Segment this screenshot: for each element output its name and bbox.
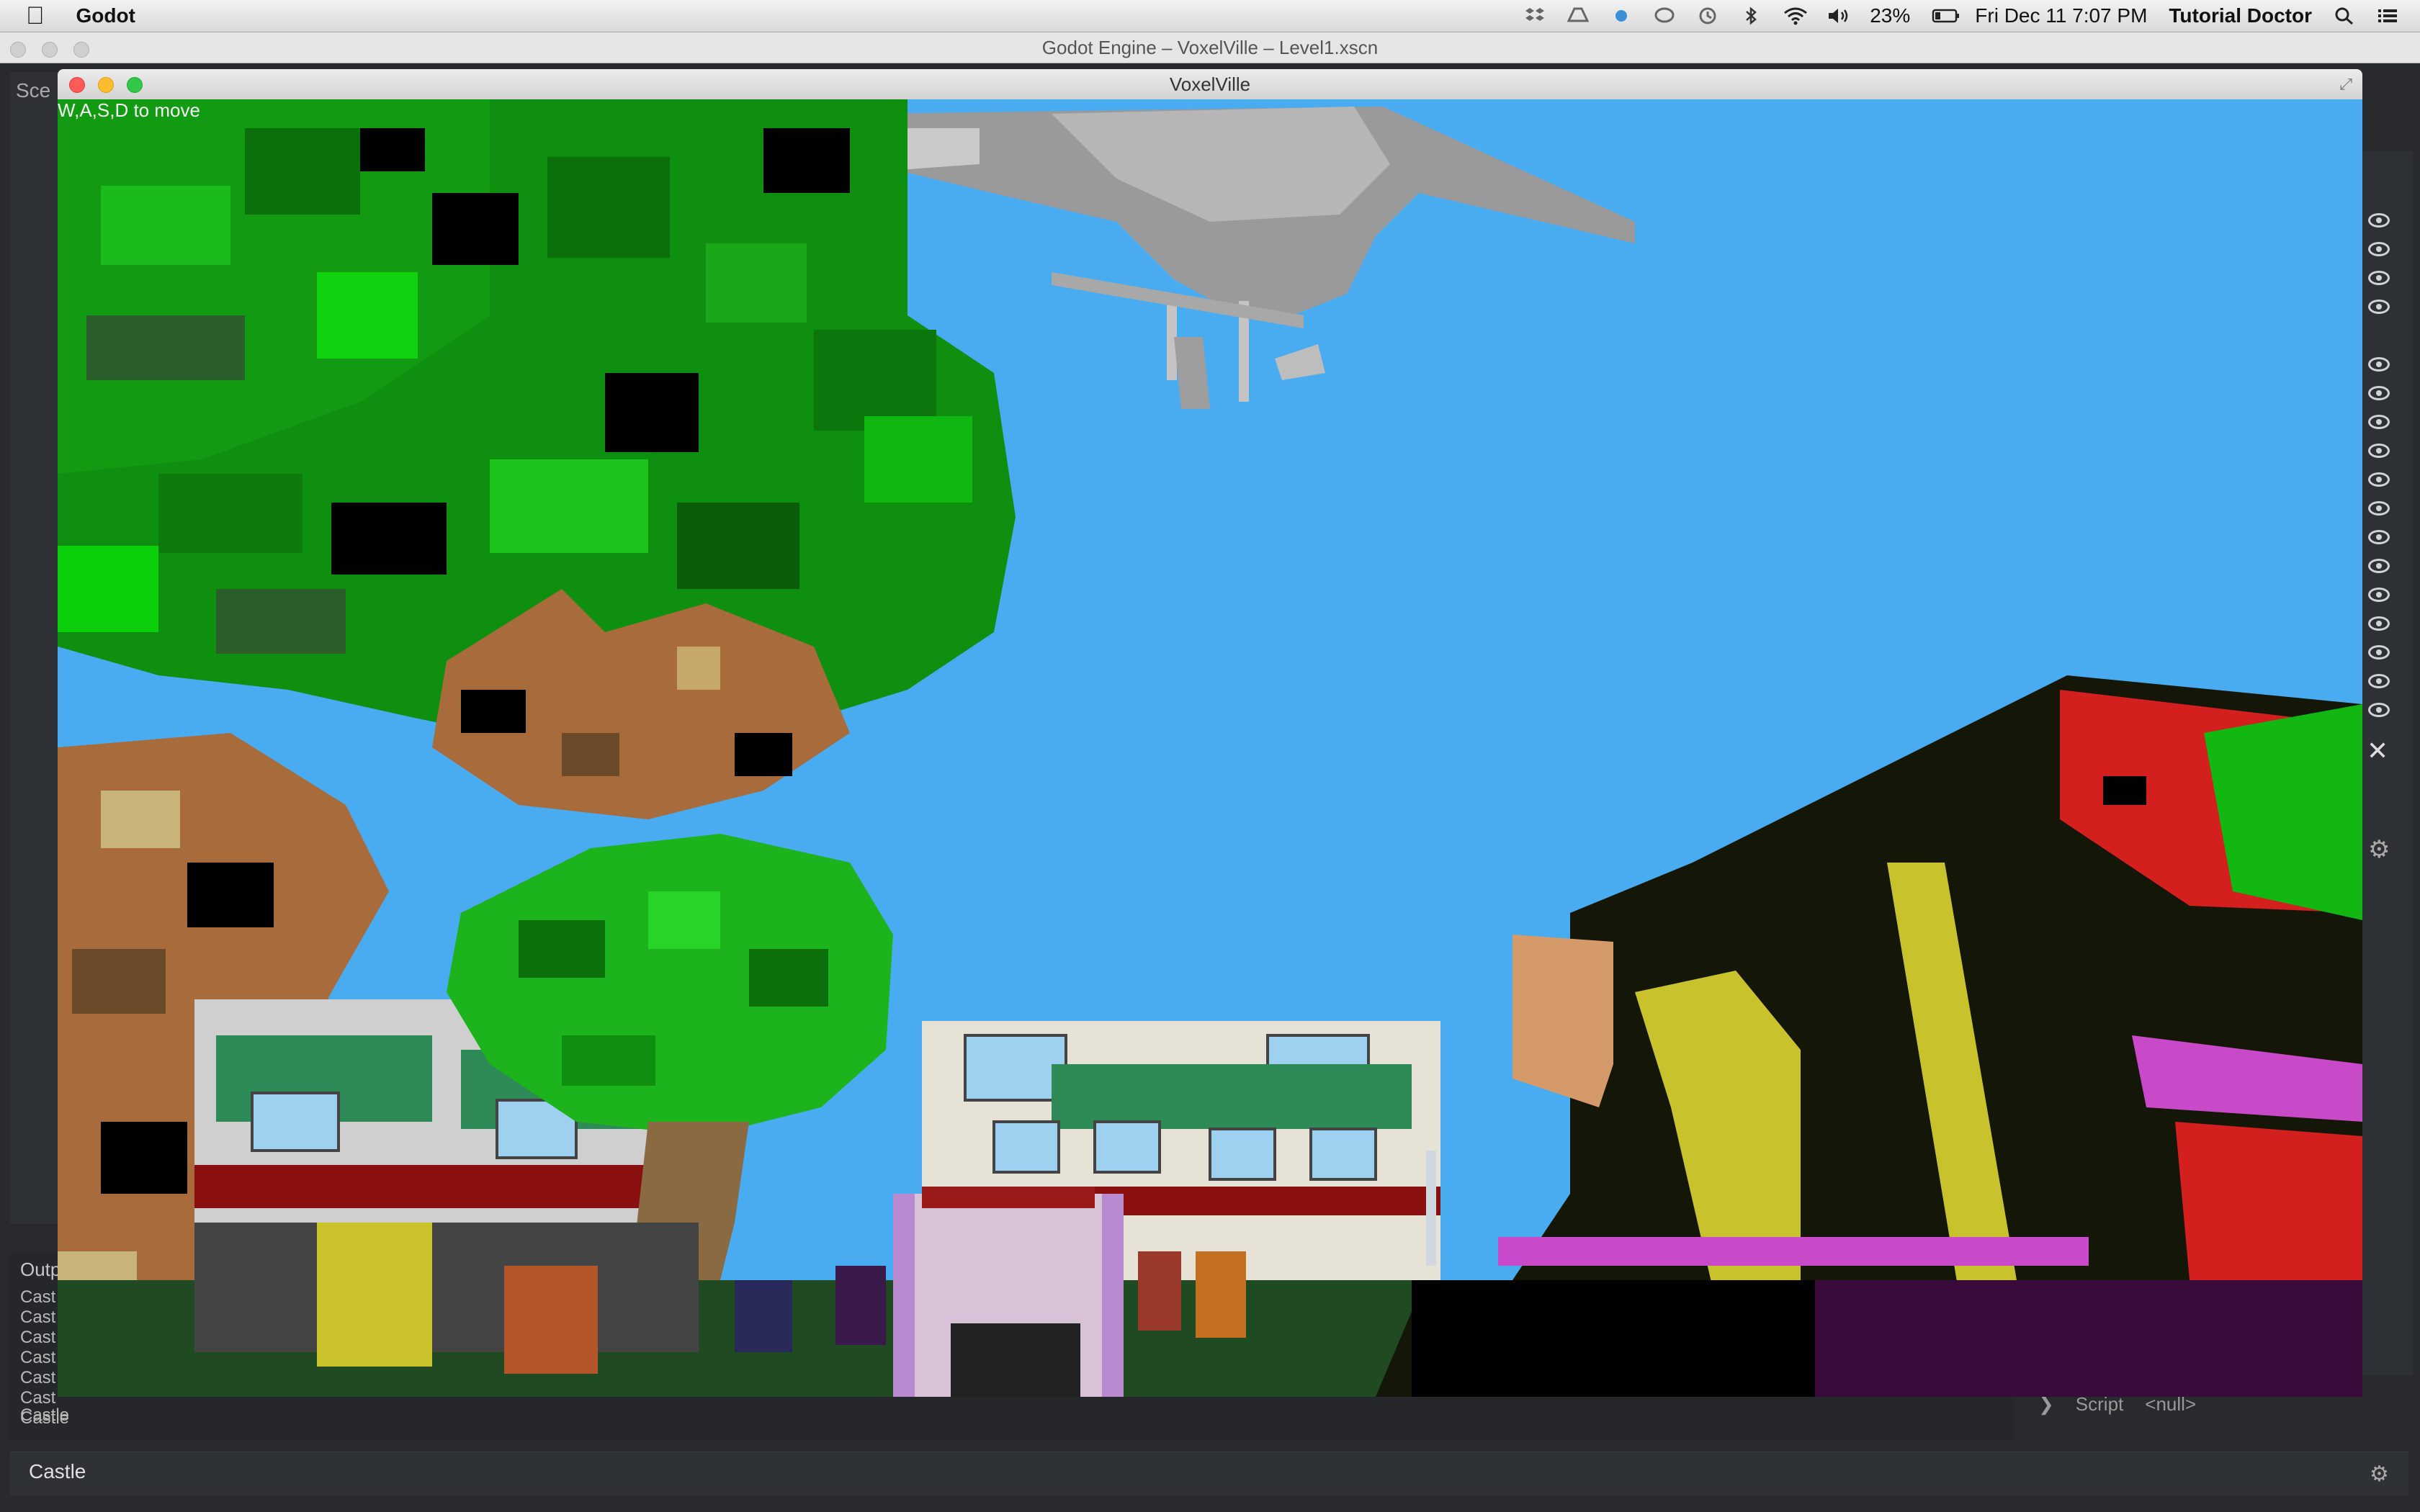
- app-menu[interactable]: Godot: [76, 4, 135, 27]
- settings-gear-icon[interactable]: ⚙: [2370, 1462, 2389, 1487]
- battery-icon[interactable]: [1932, 6, 1960, 25]
- gear-icon[interactable]: ⚙: [2368, 835, 2390, 864]
- spotlight-search-icon[interactable]: [2334, 6, 2355, 25]
- visibility-eye-icon[interactable]: [2368, 444, 2390, 458]
- dropbox-icon[interactable]: [1524, 6, 1546, 25]
- output-line: Cast: [20, 1348, 56, 1367]
- visibility-eye-icon[interactable]: [2368, 213, 2390, 228]
- chat-icon[interactable]: [1654, 6, 1675, 25]
- blue-npc: [735, 1280, 792, 1352]
- menu-bar:  Godot 23% Fri Dec 11 7:07 PM: [0, 0, 2420, 32]
- visibility-eye-icon[interactable]: [2368, 674, 2390, 688]
- game-window-title: VoxelVille: [1169, 73, 1251, 95]
- visibility-eye-icon[interactable]: [2368, 703, 2390, 717]
- editor-close-button[interactable]: [10, 42, 26, 58]
- visibility-eye-icon[interactable]: [2368, 501, 2390, 516]
- game-close-button[interactable]: [69, 77, 85, 93]
- notification-center-icon[interactable]: [2377, 6, 2398, 25]
- visibility-eye-icon[interactable]: [2368, 559, 2390, 573]
- drive-icon[interactable]: [1567, 6, 1590, 25]
- visibility-eye-icon[interactable]: [2368, 616, 2390, 631]
- wifi-icon[interactable]: [1783, 6, 1808, 25]
- visibility-eye-icon[interactable]: [2368, 645, 2390, 660]
- orange-npc: [504, 1266, 598, 1374]
- output-line: Cast: [20, 1368, 56, 1387]
- time-machine-icon[interactable]: [1697, 6, 1718, 25]
- visibility-eye-icon[interactable]: [2368, 357, 2390, 372]
- status-bar: [10, 1452, 2408, 1495]
- yellow-npc: [317, 1223, 432, 1367]
- game-viewport[interactable]: [58, 99, 2362, 1397]
- output-line: Castle: [20, 1408, 70, 1428]
- visibility-eye-icon[interactable]: [2368, 415, 2390, 429]
- bluetooth-icon[interactable]: [1740, 6, 1762, 25]
- player-character: [893, 1187, 1124, 1397]
- purple-npc: [835, 1266, 886, 1345]
- visibility-eye-icon[interactable]: [2368, 242, 2390, 256]
- fullscreen-icon[interactable]: ⤢: [2339, 69, 2352, 99]
- game-zoom-button[interactable]: [127, 77, 143, 93]
- editor-window-controls[interactable]: [10, 42, 89, 58]
- visibility-eye-icon[interactable]: [2368, 530, 2390, 544]
- status-text: Castle: [29, 1460, 86, 1482]
- clock[interactable]: Fri Dec 11 7:07 PM: [1975, 4, 2147, 27]
- controls-hint: W,A,S,D to move: [58, 99, 200, 121]
- market-stall: [194, 1223, 699, 1352]
- battery-percent: 23%: [1870, 4, 1911, 27]
- output-line: Cast: [20, 1287, 56, 1307]
- visibility-eye-icon[interactable]: [2368, 588, 2390, 602]
- game-titlebar: VoxelVille ⤢: [58, 69, 2362, 100]
- scene-dock[interactable]: [10, 72, 60, 1224]
- visibility-eye-icon[interactable]: [2368, 271, 2390, 285]
- visibility-eye-icon[interactable]: [2368, 300, 2390, 314]
- brown-npc: [1196, 1251, 1246, 1338]
- editor-zoom-button[interactable]: [73, 42, 89, 58]
- volume-icon[interactable]: [1827, 6, 1848, 25]
- close-icon[interactable]: ✕: [2367, 736, 2388, 766]
- red-hair-npc: [1138, 1251, 1181, 1331]
- user-name[interactable]: Tutorial Doctor: [2169, 4, 2312, 27]
- tab-output[interactable]: Outp: [20, 1259, 60, 1281]
- sync-icon[interactable]: [1610, 6, 1632, 25]
- output-line: Cast: [20, 1328, 56, 1347]
- output-line: Cast: [20, 1308, 56, 1327]
- editor-minimize-button[interactable]: [42, 42, 58, 58]
- visibility-eye-icon[interactable]: [2368, 386, 2390, 400]
- game-minimize-button[interactable]: [98, 77, 114, 93]
- editor-window-title: Godot Engine – VoxelVille – Level1.xscn: [1041, 37, 1379, 58]
- tab-scene[interactable]: Sce: [16, 79, 50, 102]
- visibility-eye-icon[interactable]: [2368, 472, 2390, 487]
- editor-titlebar: Godot Engine – VoxelVille – Level1.xscn: [0, 32, 2420, 63]
- apple-icon[interactable]: : [26, 2, 45, 30]
- voxel-scene: [58, 99, 2362, 1397]
